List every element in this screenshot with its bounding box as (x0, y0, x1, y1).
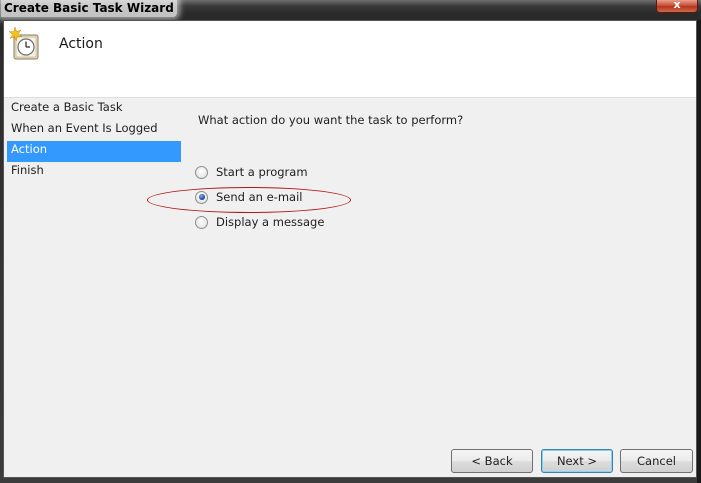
wizard-steps-nav: Create a Basic Task When an Event Is Log… (7, 99, 181, 183)
radio-button-checked[interactable] (195, 190, 208, 204)
window-border (697, 20, 701, 483)
nav-step-create-task[interactable]: Create a Basic Task (7, 99, 181, 120)
window-title: Create Basic Task Wizard (1, 0, 177, 17)
option-send-email[interactable]: Send an e-mail (195, 188, 302, 206)
nav-step-trigger[interactable]: When an Event Is Logged (7, 120, 181, 141)
back-button[interactable]: < Back (451, 449, 533, 473)
close-button[interactable]: x (656, 0, 698, 13)
wizard-header: Action (4, 21, 696, 98)
title-bar: Create Basic Task Wizard x (0, 0, 701, 20)
nav-step-finish[interactable]: Finish (7, 162, 181, 183)
option-label: Start a program (216, 165, 308, 179)
radio-button[interactable] (195, 165, 208, 179)
next-button[interactable]: Next > (541, 449, 613, 473)
option-label: Display a message (216, 215, 325, 229)
nav-step-action[interactable]: Action (7, 141, 181, 162)
option-label: Send an e-mail (216, 190, 303, 204)
window-frame: Create Basic Task Wizard x Action Create… (0, 0, 701, 483)
cancel-button[interactable]: Cancel (620, 449, 693, 473)
option-start-program[interactable]: Start a program (195, 163, 308, 181)
action-question: What action do you want the task to perf… (198, 113, 464, 127)
wizard-client-area: Action Create a Basic Task When an Event… (3, 20, 697, 478)
task-scheduler-clock-icon (8, 27, 39, 60)
close-icon: x (673, 0, 681, 11)
page-title: Action (59, 36, 103, 52)
option-display-message[interactable]: Display a message (195, 213, 324, 231)
radio-button[interactable] (195, 215, 208, 229)
